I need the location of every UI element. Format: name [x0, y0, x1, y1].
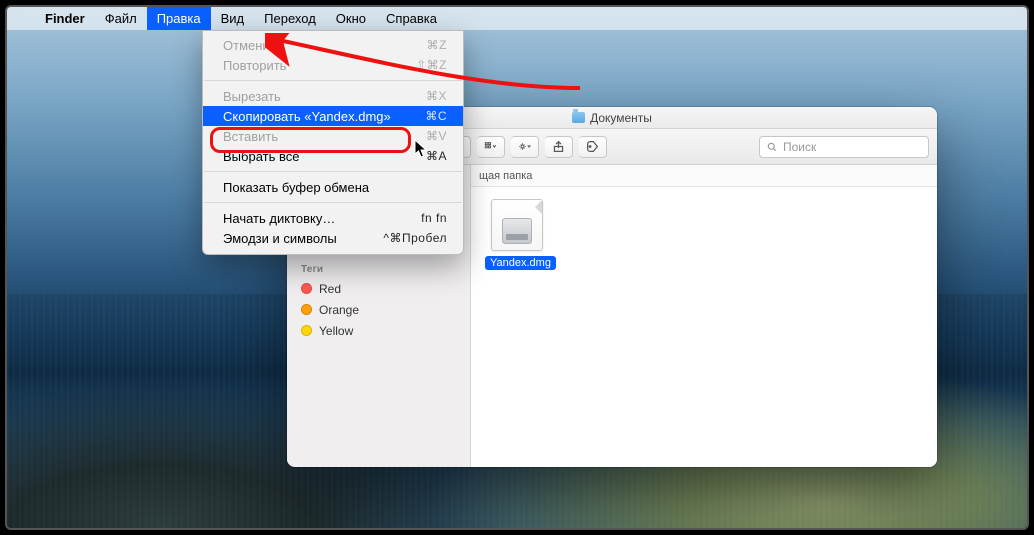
menu-item-label: Выбрать все [223, 149, 299, 164]
action-button[interactable] [511, 136, 539, 158]
search-input[interactable]: Поиск [759, 136, 929, 158]
menu-item-emoji-symbols[interactable]: Эмодзи и символы ^⌘Пробел [203, 228, 463, 248]
menu-item-label: Эмодзи и символы [223, 231, 337, 246]
menu-item-shortcut: ^⌘Пробел [383, 231, 447, 245]
menu-item-start-dictation[interactable]: Начать диктовку… fn fn [203, 208, 463, 228]
finder-content-area[interactable]: щая папка Yandex.dmg [471, 165, 937, 467]
menu-item-show-clipboard[interactable]: Показать буфер обмена [203, 177, 463, 197]
menu-item-label: Повторить [223, 58, 286, 73]
sidebar-section-tags: Теги [287, 256, 470, 278]
menu-separator [204, 171, 462, 172]
grid-dropdown-icon [484, 140, 497, 153]
search-icon [766, 141, 778, 153]
sidebar-item-label: Red [319, 282, 341, 296]
menu-item-shortcut: ⌘Z [427, 38, 447, 52]
menu-item-shortcut: fn fn [421, 211, 447, 225]
window-title: Документы [590, 111, 652, 125]
tags-button[interactable] [579, 136, 607, 158]
sidebar-tag-red[interactable]: Red [287, 278, 470, 299]
menu-item-shortcut: ⌘X [426, 89, 447, 103]
menu-help[interactable]: Справка [376, 7, 447, 30]
group-by-button[interactable] [477, 136, 505, 158]
menu-separator [204, 202, 462, 203]
dmg-file-icon [491, 199, 543, 251]
menu-item-shortcut: ⌘A [426, 149, 447, 163]
menu-item-label: Показать буфер обмена [223, 180, 369, 195]
sidebar-item-label: Yellow [319, 324, 353, 338]
edit-menu-dropdown: Отменить ⌘Z Повторить ⇧⌘Z Вырезать ⌘X Ск… [202, 30, 464, 255]
menu-item-shortcut: ⌘V [426, 129, 447, 143]
file-item-yandex-dmg[interactable]: Yandex.dmg [485, 199, 549, 270]
menu-go[interactable]: Переход [254, 7, 326, 30]
menu-separator [204, 80, 462, 81]
menu-item-label: Отменить [223, 38, 282, 53]
menu-edit[interactable]: Правка [147, 7, 211, 30]
menu-item-redo: Повторить ⇧⌘Z [203, 55, 463, 75]
tag-icon [586, 140, 599, 153]
menu-item-shortcut: ⌘C [425, 109, 447, 123]
gear-icon [518, 140, 531, 153]
menubar: Finder Файл Правка Вид Переход Окно Спра… [7, 7, 1027, 30]
search-placeholder: Поиск [783, 140, 816, 154]
tag-dot-icon [301, 304, 312, 315]
menu-item-label: Вырезать [223, 89, 281, 104]
menu-item-shortcut: ⇧⌘Z [416, 58, 447, 72]
menu-item-undo: Отменить ⌘Z [203, 35, 463, 55]
menu-item-label: Начать диктовку… [223, 211, 335, 226]
menu-window[interactable]: Окно [326, 7, 376, 30]
folder-icon [572, 112, 585, 123]
file-name-label: Yandex.dmg [485, 256, 556, 270]
share-button[interactable] [545, 136, 573, 158]
share-icon [552, 140, 565, 153]
menu-item-label: Скопировать «Yandex.dmg» [223, 109, 391, 124]
sidebar-tag-orange[interactable]: Orange [287, 299, 470, 320]
menu-item-cut: Вырезать ⌘X [203, 86, 463, 106]
menu-item-copy[interactable]: Скопировать «Yandex.dmg» ⌘C [203, 106, 463, 126]
menubar-app-name[interactable]: Finder [35, 11, 95, 26]
menu-item-paste: Вставить ⌘V [203, 126, 463, 146]
sidebar-item-label: Orange [319, 303, 359, 317]
menu-file[interactable]: Файл [95, 7, 147, 30]
menu-view[interactable]: Вид [211, 7, 255, 30]
menu-item-label: Вставить [223, 129, 278, 144]
tag-dot-icon [301, 325, 312, 336]
sidebar-tag-yellow[interactable]: Yellow [287, 320, 470, 341]
tag-dot-icon [301, 283, 312, 294]
path-bar-fragment: щая папка [471, 165, 937, 187]
menu-item-select-all[interactable]: Выбрать все ⌘A [203, 146, 463, 166]
